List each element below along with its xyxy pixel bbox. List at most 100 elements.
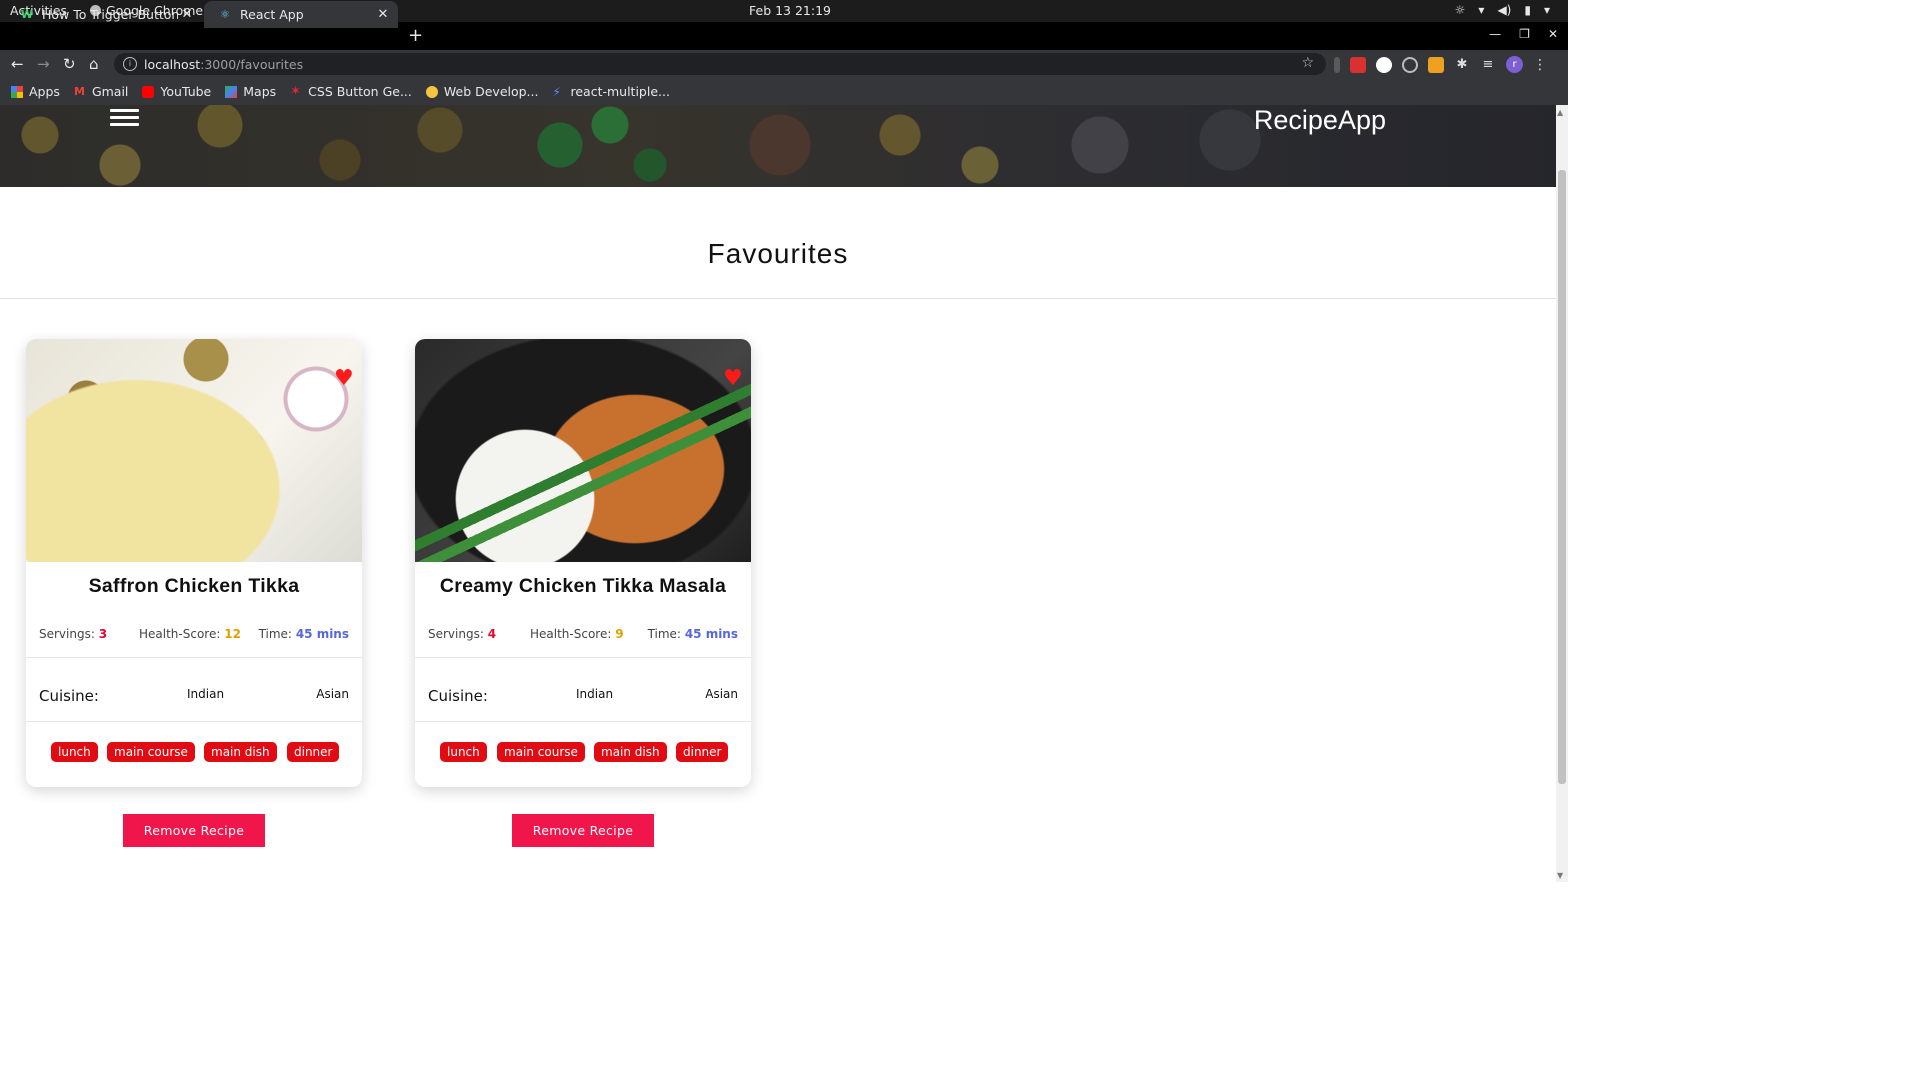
recipe-card[interactable]: ♥ Creamy Chicken Tikka Masala Servings: … xyxy=(415,339,751,787)
bookmark-maps[interactable]: Maps xyxy=(225,84,276,99)
volume-icon: ◀) xyxy=(1497,3,1512,17)
apps-grid-icon xyxy=(11,85,23,98)
extension-orange-icon[interactable] xyxy=(1428,56,1444,73)
web-dev-icon xyxy=(425,85,438,98)
hamburger-menu-icon[interactable] xyxy=(110,109,139,127)
tab-title: React App xyxy=(240,7,304,22)
restore-icon[interactable]: ❐ xyxy=(1519,27,1530,41)
cuisine-value: Asian xyxy=(316,687,349,701)
tab-react-app[interactable]: ⚛ React App ✕ xyxy=(204,1,398,28)
bookmark-youtube[interactable]: YouTube xyxy=(142,84,211,99)
bookmark-label: CSS Button Ge... xyxy=(308,84,412,99)
close-window-icon[interactable]: ✕ xyxy=(1548,27,1558,41)
tag-badge: main dish xyxy=(594,742,667,762)
tab-title: How To Trigger Button Cl xyxy=(42,7,178,22)
css-star-icon: ✶ xyxy=(290,83,302,99)
tag-badge: lunch xyxy=(440,742,487,762)
tab-trigger-button[interactable]: W How To Trigger Button Cl ✕ xyxy=(6,1,202,28)
bookmark-css-button[interactable]: ✶ CSS Button Ge... xyxy=(290,84,412,99)
extension-red-icon[interactable] xyxy=(1350,56,1366,73)
recipe-image xyxy=(415,339,751,562)
bookmark-label: YouTube xyxy=(160,84,212,99)
bookmark-label: Gmail xyxy=(91,84,129,99)
header-banner: RecipeApp xyxy=(0,105,1556,187)
back-arrow-icon[interactable]: ← xyxy=(11,55,24,73)
recipe-card[interactable]: ♥ Saffron Chicken Tikka Servings: 3 Heal… xyxy=(26,339,362,787)
profile-avatar[interactable]: r xyxy=(1506,56,1523,73)
brand-logo[interactable]: RecipeApp xyxy=(1254,105,1386,136)
tag-badge: dinner xyxy=(287,742,340,762)
servings-stat: Servings: 3 xyxy=(39,627,108,641)
forward-arrow-icon[interactable]: → xyxy=(37,55,50,73)
bookmark-label: Maps xyxy=(243,84,277,99)
home-icon[interactable]: ⌂ xyxy=(89,55,99,73)
health-score-stat: Health-Score: 12 xyxy=(139,627,241,641)
favourite-heart-icon[interactable]: ♥ xyxy=(723,368,743,390)
card-divider xyxy=(26,657,362,658)
bookmark-label: Apps xyxy=(29,84,60,99)
health-score-stat: Health-Score: 9 xyxy=(530,627,624,641)
bookmark-apps[interactable]: Apps xyxy=(11,84,60,99)
health-score-value: 9 xyxy=(615,627,624,641)
time-stat: Time: 45 mins xyxy=(258,627,349,641)
bookmark-star-icon[interactable]: ☆ xyxy=(1301,55,1314,71)
site-info-icon[interactable]: i xyxy=(123,57,137,71)
extension-round-icon[interactable] xyxy=(1376,56,1392,73)
minimize-icon[interactable]: — xyxy=(1489,27,1501,41)
system-tray[interactable]: ☼ ▾ ◀) ▮ ▾ xyxy=(1455,3,1550,17)
lightning-icon: ⚡ xyxy=(552,84,561,99)
cuisine-label: Cuisine: xyxy=(39,687,99,705)
time-value: 45 mins xyxy=(684,627,738,641)
scroll-down-icon[interactable]: ▼ xyxy=(1557,871,1563,880)
remove-recipe-button[interactable]: Remove Recipe xyxy=(123,814,265,847)
bookmark-label: react-multiple... xyxy=(570,84,670,99)
cuisine-value: Indian xyxy=(576,687,614,701)
health-score-value: 12 xyxy=(224,627,241,641)
power-menu-icon: ▾ xyxy=(1543,3,1550,17)
recipe-title: Creamy Chicken Tikka Masala xyxy=(439,575,727,597)
reload-icon[interactable]: ↻ xyxy=(63,55,76,73)
scrollbar-thumb[interactable] xyxy=(1558,170,1566,784)
address-bar[interactable]: i localhost :3000/favourites ☆ xyxy=(114,53,1326,75)
close-tab-icon[interactable]: ✕ xyxy=(374,7,392,22)
extension-target-icon[interactable] xyxy=(1402,56,1418,73)
kebab-menu-icon[interactable]: ⋮ xyxy=(1533,57,1547,73)
bookmark-web-develop[interactable]: Web Develop... xyxy=(425,84,539,99)
close-tab-icon[interactable]: ✕ xyxy=(178,7,196,22)
recipe-title: Saffron Chicken Tikka xyxy=(88,575,300,597)
bookmark-label: Web Develop... xyxy=(443,84,539,99)
cuisine-label: Cuisine: xyxy=(428,687,488,705)
puzzle-extensions-icon[interactable]: ✱ xyxy=(1454,57,1470,73)
window-controls: — ❐ ✕ xyxy=(1489,27,1558,41)
remove-recipe-button[interactable]: Remove Recipe xyxy=(512,814,654,847)
url-host: localhost xyxy=(144,56,201,72)
tag-badge: main dish xyxy=(204,742,277,762)
reading-list-icon[interactable]: ≡ xyxy=(1480,57,1496,73)
page-content: RecipeApp Favourites ♥ Saffron Chicken T… xyxy=(0,105,1556,882)
wifi-icon: ▾ xyxy=(1478,3,1485,17)
recipe-image xyxy=(26,339,362,562)
clock[interactable]: Feb 13 21:19 xyxy=(749,3,831,18)
react-favicon-icon: ⚛ xyxy=(220,8,230,21)
scroll-up-icon[interactable]: ▲ xyxy=(1557,108,1563,117)
page-title: Favourites xyxy=(707,238,849,269)
servings-value: 3 xyxy=(98,627,108,641)
servings-stat: Servings: 4 xyxy=(428,627,497,641)
bookmark-gmail[interactable]: M Gmail xyxy=(74,84,128,99)
title-divider xyxy=(0,298,1556,299)
tag-badge: dinner xyxy=(676,742,729,762)
extension-icon[interactable] xyxy=(1334,56,1340,73)
site-favicon-icon: W xyxy=(20,8,34,21)
youtube-icon xyxy=(142,85,155,98)
tag-badge: main course xyxy=(497,742,585,762)
gmail-icon: M xyxy=(73,84,85,98)
favourite-heart-icon[interactable]: ♥ xyxy=(334,368,354,390)
cuisine-value: Asian xyxy=(705,687,738,701)
bookmarks-bar: Apps M Gmail YouTube Maps ✶ CSS Button G… xyxy=(0,78,1568,105)
cuisine-value: Indian xyxy=(187,687,225,701)
extensions-area: ✱ ≡ r ⋮ xyxy=(1334,56,1547,73)
new-tab-button[interactable]: + xyxy=(408,25,423,46)
servings-value: 4 xyxy=(487,627,497,641)
time-value: 45 mins xyxy=(295,627,349,641)
bookmark-react-multiple[interactable]: ⚡ react-multiple... xyxy=(552,84,669,99)
